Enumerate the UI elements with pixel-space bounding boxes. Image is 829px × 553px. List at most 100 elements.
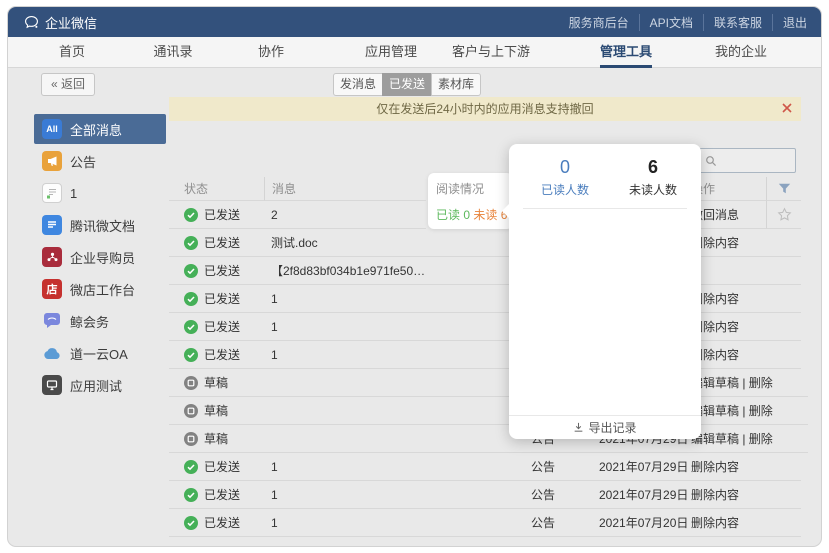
sent-icon	[184, 516, 198, 530]
table-row[interactable]: 已发送 【2f8d83bf034b1e971fe5083eea...	[169, 257, 801, 285]
recall-message-link[interactable]: 撤回消息	[691, 201, 766, 229]
read-count-stat: 0 已读人数	[521, 156, 609, 198]
edit-draft-delete-links[interactable]: 编辑草稿 | 删除	[691, 369, 773, 397]
sidebar-item-announcement[interactable]: 公告	[34, 146, 166, 176]
sent-icon	[184, 292, 198, 306]
delete-content-link[interactable]: 删除内容	[691, 341, 766, 369]
nav-admin-tools[interactable]: 管理工具	[600, 37, 652, 68]
link-contact-support[interactable]: 联系客服	[704, 14, 773, 31]
header-action: 操作	[691, 177, 766, 201]
search-icon	[705, 155, 717, 167]
topbar: 企业微信 服务商后台 API文档 联系客服 退出	[8, 7, 822, 37]
megaphone-icon	[42, 151, 62, 171]
tab-material-library[interactable]: 素材库	[431, 73, 481, 96]
sent-icon	[184, 236, 198, 250]
app-sidebar: All 全部消息 公告 1 腾讯微文档 企业导购员	[34, 114, 166, 402]
table-row[interactable]: 草稿 公告 2021年07月29日 编辑草稿 | 删除	[169, 425, 801, 453]
topbar-links: 服务商后台 API文档 联系客服 退出	[559, 14, 807, 31]
sidebar-item-all-messages[interactable]: All 全部消息	[34, 114, 166, 144]
link-provider-console[interactable]: 服务商后台	[559, 14, 640, 31]
sidebar-item-label: 道一云OA	[70, 344, 128, 363]
draft-icon	[184, 404, 198, 418]
tab-send-message[interactable]: 发消息	[333, 73, 383, 96]
nav-app-management[interactable]: 应用管理	[365, 37, 417, 68]
table-row[interactable]: 已发送 2 已读 0 未读 6 撤回消息	[169, 201, 801, 229]
edit-draft-delete-links[interactable]: 编辑草稿 | 删除	[691, 397, 773, 425]
sidebar-item-label: 1	[70, 186, 77, 201]
export-records-button[interactable]: 导出记录	[509, 415, 701, 439]
table-row[interactable]: 已发送 1 删除内容	[169, 341, 801, 369]
table-row[interactable]: 已发送 1 公告 2021年07月29日 删除内容	[169, 453, 801, 481]
sent-icon	[184, 264, 198, 278]
read-count-label: 已读人数	[521, 181, 609, 198]
delete-content-link[interactable]: 删除内容	[691, 453, 766, 481]
draft-icon	[184, 376, 198, 390]
search-box	[699, 148, 796, 173]
star-icon[interactable]	[777, 207, 792, 222]
table-row[interactable]: 草稿 编辑草稿 | 删除	[169, 397, 801, 425]
edit-draft-delete-links[interactable]: 编辑草稿 | 删除	[691, 425, 773, 453]
sidebar-item-app-test[interactable]: 应用测试	[34, 370, 166, 400]
back-button[interactable]: « 返回	[41, 73, 95, 96]
delete-content-link[interactable]: 删除内容	[691, 229, 766, 257]
sidebar-item-tencent-docs[interactable]: 腾讯微文档	[34, 210, 166, 240]
sent-icon	[184, 320, 198, 334]
tab-sent[interactable]: 已发送	[382, 73, 432, 96]
form-icon	[42, 183, 62, 203]
people-icon	[42, 247, 62, 267]
table-row[interactable]: 草稿 编辑草稿 | 删除	[169, 369, 801, 397]
notice-text: 仅在发送后24小时内的应用消息支持撤回	[376, 102, 593, 116]
nav-home[interactable]: 首页	[59, 37, 85, 68]
read-stats-popup: 0 已读人数 6 未读人数 导出记录	[509, 144, 701, 439]
sidebar-item-daoyi-cloud-oa[interactable]: 道一云OA	[34, 338, 166, 368]
monitor-icon	[42, 375, 62, 395]
sidebar-item-whale-conference[interactable]: 鲸会务	[34, 306, 166, 336]
recall-notice-bar: 仅在发送后24小时内的应用消息支持撤回	[169, 97, 801, 121]
export-records-label: 导出记录	[588, 419, 636, 436]
sidebar-item-1[interactable]: 1	[34, 178, 166, 208]
table-header: 状态 消息 阅读情况 操作	[169, 177, 801, 201]
link-logout[interactable]: 退出	[773, 14, 807, 31]
app-logo: 企业微信	[24, 13, 97, 32]
nav-my-company[interactable]: 我的企业	[715, 37, 767, 68]
sent-icon	[184, 348, 198, 362]
main-nav: 首页 通讯录 协作 应用管理 客户与上下游 管理工具 我的企业	[8, 37, 822, 68]
filter-icon[interactable]	[778, 183, 791, 194]
sidebar-item-guide-staff[interactable]: 企业导购员	[34, 242, 166, 272]
sent-icon	[184, 488, 198, 502]
unread-count-label: 未读人数	[609, 181, 697, 198]
draft-icon	[184, 432, 198, 446]
header-status: 状态	[169, 177, 264, 201]
table-row[interactable]: 已发送 1 公告 2021年07月20日 删除内容	[169, 509, 801, 537]
delete-content-link[interactable]: 删除内容	[691, 285, 766, 313]
table-row[interactable]: 已发送 测试.doc 删除内容	[169, 229, 801, 257]
sidebar-item-label: 腾讯微文档	[70, 216, 135, 235]
delete-content-link[interactable]: 删除内容	[691, 509, 766, 537]
app-window: 企业微信 服务商后台 API文档 联系客服 退出 首页 通讯录 协作 应用管理 …	[7, 6, 822, 547]
sidebar-item-shop-workbench[interactable]: 店 微店工作台	[34, 274, 166, 304]
sent-icon	[184, 460, 198, 474]
app-title: 企业微信	[45, 13, 97, 32]
link-api-docs[interactable]: API文档	[640, 14, 704, 31]
table-row[interactable]: 已发送 1 删除内容	[169, 285, 801, 313]
table-row[interactable]: 已发送 1 公告 2021年07月29日 删除内容	[169, 481, 801, 509]
sidebar-item-label: 应用测试	[70, 376, 122, 395]
delete-content-link[interactable]: 删除内容	[691, 481, 766, 509]
shop-icon: 店	[42, 279, 62, 299]
chat-bubble-icon	[24, 15, 39, 30]
message-tabs: 发消息 已发送 素材库	[333, 73, 481, 96]
nav-customers[interactable]: 客户与上下游	[452, 37, 530, 68]
nav-collaboration[interactable]: 协作	[258, 37, 284, 68]
document-icon	[42, 215, 62, 235]
header-message: 消息	[264, 177, 426, 201]
delete-content-link[interactable]: 删除内容	[691, 313, 766, 341]
cloud-icon	[42, 343, 62, 363]
search-input[interactable]	[717, 154, 787, 168]
table-row[interactable]: 已发送 1 删除内容	[169, 313, 801, 341]
download-icon	[573, 422, 584, 433]
nav-contacts[interactable]: 通讯录	[153, 37, 192, 68]
popup-stats: 0 已读人数 6 未读人数	[509, 144, 701, 198]
popup-arrow	[502, 204, 509, 218]
sidebar-item-label: 企业导购员	[70, 248, 135, 267]
close-icon[interactable]	[782, 97, 792, 121]
